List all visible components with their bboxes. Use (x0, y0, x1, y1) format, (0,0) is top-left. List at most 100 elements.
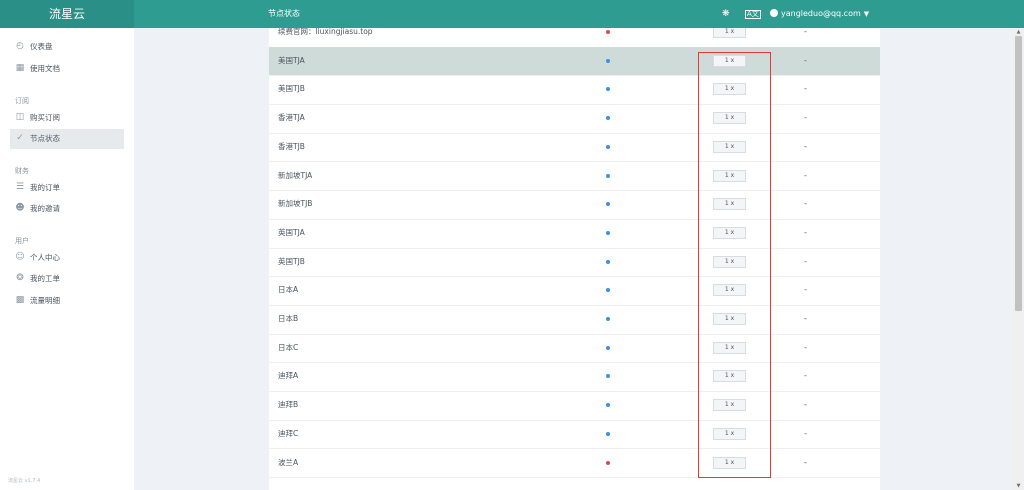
node-name: 续费官网：liuxingjiasu.top (278, 28, 373, 36)
sidebar-item-label: 个人中心 (30, 253, 60, 262)
node-tags: - (804, 141, 807, 151)
scroll-up-icon[interactable]: ▲ (1013, 28, 1024, 36)
node-name: 新加坡TJA (278, 170, 313, 180)
node-name: 美国TJB (278, 84, 305, 94)
node-status-table: 续费官网：liuxingjiasu.top 1 x - 美国TJA 1 x - 美国TJB 1… (269, 28, 880, 490)
node-tags: - (804, 457, 807, 467)
status-dot-icon (606, 403, 610, 408)
highlight-box (698, 52, 771, 478)
node-name: 迪拜B (278, 400, 299, 410)
brand-logo[interactable]: 流星云 (0, 0, 134, 28)
user-icon: ☺ (15, 252, 25, 262)
status-dot-icon (606, 345, 610, 350)
clipboard-icon: ◫ (15, 112, 25, 122)
sidebar-item-label: 我的工单 (30, 274, 60, 283)
table-row[interactable]: 美国TJB 1 x- (269, 75, 880, 106)
status-dot-icon (606, 173, 610, 178)
table-row[interactable]: 日本A 1 x- (269, 276, 880, 306)
table-row[interactable]: 迪拜A 1 x- (269, 362, 880, 393)
sidebar-item-label: 使用文档 (30, 64, 60, 73)
status-dot-icon (606, 87, 610, 92)
node-name: 日本B (278, 314, 299, 323)
sidebar: ◴ 仪表盘 ▦ 使用文档 订阅 ◫ 购买订阅 ✓ 节点状态 财务 ☰ 我的订单 … (0, 28, 134, 490)
sidebar-item-docs[interactable]: ▦ 使用文档 (10, 59, 124, 79)
node-tags: - (804, 428, 807, 438)
status-dot-icon (606, 259, 610, 264)
table-row[interactable]: 新加坡TJB 1 x- (269, 190, 880, 220)
table-row[interactable]: 英国TJB 1 x- (269, 248, 880, 278)
scrollbar-thumb[interactable] (1015, 36, 1022, 311)
node-name: 波兰A (278, 457, 299, 467)
chevron-down-icon: ▼ (863, 10, 870, 18)
node-tags: - (804, 256, 807, 266)
sidebar-item-tickets[interactable]: ❂ 我的工单 (10, 269, 124, 289)
node-name: 美国TJA (278, 55, 305, 65)
node-name: 新加坡TJB (278, 199, 313, 209)
sidebar-item-label: 节点状态 (30, 134, 60, 143)
table-row[interactable]: 迪拜C 1 x- (269, 420, 880, 450)
page-title: 节点状态 (268, 9, 300, 18)
node-tags: - (804, 55, 807, 65)
user-menu[interactable]: yangleduo@qq.com ▼ (770, 0, 869, 28)
bar-chart-icon: ▩ (15, 295, 25, 305)
node-tags: - (804, 400, 807, 410)
sidebar-item-buy-subscription[interactable]: ◫ 购买订阅 (10, 108, 124, 128)
node-tags: - (804, 113, 807, 123)
sidebar-item-dashboard[interactable]: ◴ 仪表盘 (10, 37, 124, 57)
node-name: 英国TJB (278, 256, 305, 266)
node-tags: - (804, 314, 807, 323)
node-tags: - (804, 227, 807, 237)
sidebar-item-label: 仪表盘 (30, 42, 53, 51)
list-icon: ☰ (15, 182, 25, 192)
table-row[interactable]: 迪拜B 1 x- (269, 391, 880, 421)
section-title-finance: 财务 (15, 167, 29, 175)
check-circle-icon: ✓ (16, 133, 24, 143)
node-tags: - (804, 199, 807, 209)
table-row[interactable]: 香港TJA 1 x- (269, 104, 880, 134)
sidebar-item-profile[interactable]: ☺ 个人中心 (10, 248, 124, 268)
table-row[interactable] (269, 477, 880, 490)
rate-badge: 1 x (713, 28, 746, 38)
node-tags: - (804, 170, 807, 180)
dashboard-icon: ◴ (16, 41, 24, 51)
table-row[interactable]: 续费官网：liuxingjiasu.top 1 x - (269, 28, 880, 48)
scrollbar[interactable]: ▲ ▼ (1013, 28, 1024, 490)
user-avatar-icon (770, 9, 778, 17)
table-row[interactable]: 香港TJB 1 x- (269, 133, 880, 163)
sidebar-item-traffic[interactable]: ▩ 流量明细 (10, 291, 124, 311)
node-name: 香港TJB (278, 141, 305, 151)
status-dot-icon (606, 288, 610, 293)
status-dot-icon (606, 374, 610, 379)
status-dot-icon (606, 317, 610, 321)
scroll-down-icon[interactable]: ▼ (1013, 482, 1024, 490)
table-row[interactable]: 日本B 1 x- (269, 305, 880, 335)
node-name: 香港TJA (278, 113, 305, 123)
status-dot-icon (606, 30, 610, 34)
support-icon: ❂ (16, 273, 24, 283)
node-tags: - (804, 342, 807, 352)
language-icon[interactable]: A文 (745, 10, 761, 19)
status-dot-icon (606, 230, 610, 235)
sidebar-item-node-status[interactable]: ✓ 节点状态 (10, 129, 124, 149)
table-row[interactable]: 英国TJA 1 x- (269, 219, 880, 249)
status-dot-icon (606, 431, 610, 436)
status-dot-icon (606, 58, 610, 63)
table-row[interactable]: 日本C 1 x- (269, 334, 880, 364)
sidebar-item-my-orders[interactable]: ☰ 我的订单 (10, 178, 124, 198)
top-bar: 流星云 节点状态 ❋ A文 yangleduo@qq.com ▼ (0, 0, 1024, 28)
section-title-subscription: 订阅 (15, 97, 29, 105)
table-row[interactable]: 新加坡TJA 1 x- (269, 162, 880, 192)
table-row[interactable]: 美国TJA 1 x- (269, 46, 880, 77)
table-row[interactable]: 波兰A 1 x- (269, 449, 880, 479)
sidebar-item-my-invites[interactable]: ☻ 我的邀请 (10, 199, 124, 219)
status-dot-icon (606, 116, 610, 121)
user-plus-icon: ☻ (15, 203, 25, 213)
sidebar-item-label: 我的邀请 (30, 204, 60, 213)
node-name: 日本C (278, 342, 299, 352)
node-tags: - (804, 285, 807, 295)
section-title-user: 用户 (15, 237, 29, 245)
sidebar-item-label: 我的订单 (30, 183, 60, 192)
node-tags: - (804, 84, 807, 94)
version-label: 流星云 v1.7.4 (8, 478, 41, 484)
gear-icon[interactable]: ❋ (722, 0, 730, 28)
